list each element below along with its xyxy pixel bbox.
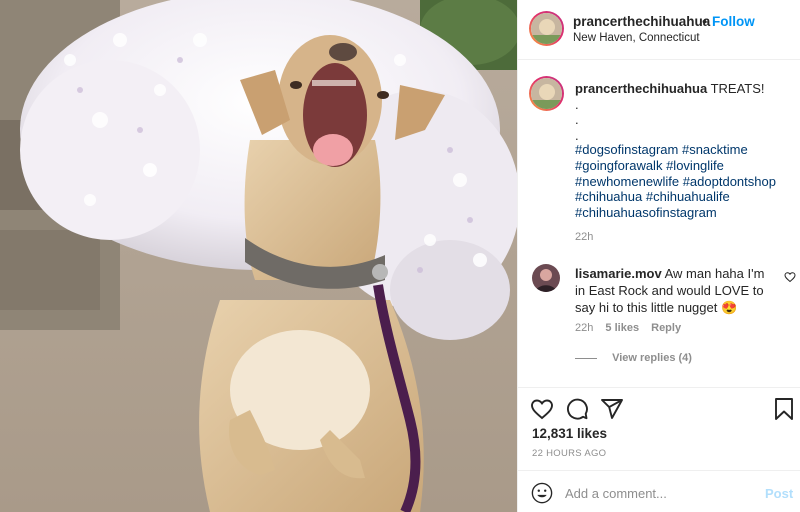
hashtag-link[interactable]: #chihuahualife [646, 189, 730, 204]
comment-timestamp[interactable]: 22h [575, 322, 593, 334]
replies-divider-line [575, 357, 597, 359]
post-location[interactable]: New Haven, Connecticut [573, 32, 700, 44]
hashtag-link[interactable]: #dogsofinstagram [575, 142, 678, 157]
caption-dot: . [575, 112, 579, 128]
hashtag-link[interactable]: #chihuahuasofinstagram [575, 205, 717, 220]
share-icon[interactable] [600, 397, 624, 421]
smiley-icon[interactable] [531, 482, 553, 504]
view-replies-label[interactable]: View replies (4) [612, 352, 692, 364]
post-button[interactable]: Post [765, 486, 793, 501]
comment-like-count[interactable]: 5 likes [605, 322, 639, 334]
comment-icon[interactable] [565, 397, 589, 421]
caption-timestamp[interactable]: 22h [575, 231, 593, 243]
action-bar: 12,831 likes 22 HOURS AGO [518, 387, 800, 482]
heart-icon[interactable] [530, 397, 554, 421]
hashtag-link[interactable]: #lovinglife [666, 158, 724, 173]
separator-dot: • [702, 13, 707, 29]
post-photo[interactable] [0, 0, 517, 512]
avatar[interactable] [529, 76, 564, 111]
caption-text: prancerthechihuahua TREATS! . . . [575, 81, 795, 143]
hashtag-link[interactable]: #goingforawalk [575, 158, 662, 173]
avatar-image [531, 78, 562, 109]
hashtag-link[interactable]: #chihuahua [575, 189, 642, 204]
caption-username[interactable]: prancerthechihuahua [575, 81, 707, 96]
reply-button[interactable]: Reply [651, 322, 681, 334]
commenter-avatar-image [532, 264, 560, 292]
post-username[interactable]: prancerthechihuahua [573, 14, 710, 29]
hashtag-link[interactable]: #newhomenewlife [575, 174, 679, 189]
avatar[interactable] [529, 11, 564, 46]
add-comment-bar: Post [518, 470, 800, 512]
hashtag-list: #dogsofinstagram #snacktime #goingforawa… [575, 142, 797, 221]
hashtag-link[interactable]: #adoptdontshop [683, 174, 776, 189]
caption-body: TREATS! [710, 81, 765, 96]
comment-text: lisamarie.mov Aw man haha I'm in East Ro… [575, 265, 775, 316]
hashtag-link[interactable]: #snacktime [682, 142, 748, 157]
avatar-image [531, 13, 562, 44]
like-count[interactable]: 12,831 likes [532, 426, 607, 441]
heart-outline-icon[interactable] [784, 271, 796, 283]
commenter-avatar[interactable] [532, 264, 560, 292]
follow-button[interactable]: Follow [712, 14, 755, 29]
dog-photo-image [0, 0, 517, 512]
comment-username[interactable]: lisamarie.mov [575, 266, 662, 281]
comment-meta: 22h 5 likes Reply [575, 322, 690, 334]
caption-dot: . [575, 127, 579, 143]
post-detail-panel: prancerthechihuahua • Follow New Haven, … [517, 0, 800, 512]
view-replies[interactable]: View replies (4) [575, 352, 692, 364]
bookmark-icon[interactable] [772, 397, 796, 421]
post-header: prancerthechihuahua • Follow New Haven, … [518, 0, 800, 60]
post-age[interactable]: 22 HOURS AGO [532, 448, 606, 459]
caption-dot: . [575, 96, 579, 112]
comment-input[interactable] [565, 483, 755, 503]
